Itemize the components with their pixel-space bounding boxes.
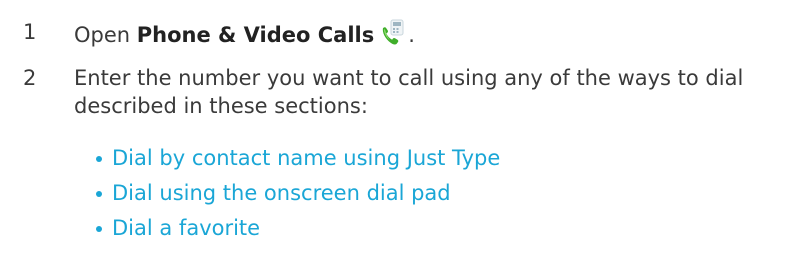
- link-dial-favorite[interactable]: Dial a favorite: [112, 216, 260, 240]
- step-number: 1: [23, 20, 37, 44]
- bullet-icon: [96, 226, 102, 232]
- step-text: Enter the number you want to call using …: [74, 66, 744, 118]
- link-dial-onscreen-pad[interactable]: Dial using the onscreen dial pad: [112, 181, 451, 205]
- step-number: 2: [23, 66, 37, 90]
- app-name: Phone & Video Calls: [136, 23, 375, 47]
- bullet-icon: [96, 156, 102, 162]
- step-text: Open Phone & Video Calls .: [74, 18, 790, 49]
- list-item: Dial by contact name using Just Type: [96, 141, 500, 176]
- list-item: Dial a favorite: [96, 211, 500, 246]
- phone-video-calls-icon: [378, 18, 408, 48]
- step-suffix: .: [408, 23, 415, 47]
- list-item: Dial using the onscreen dial pad: [96, 176, 500, 211]
- section-links: Dial by contact name using Just Type Dia…: [96, 141, 500, 246]
- bullet-icon: [96, 191, 102, 197]
- step-prefix: Open: [74, 23, 137, 47]
- link-dial-by-contact-name[interactable]: Dial by contact name using Just Type: [112, 146, 500, 170]
